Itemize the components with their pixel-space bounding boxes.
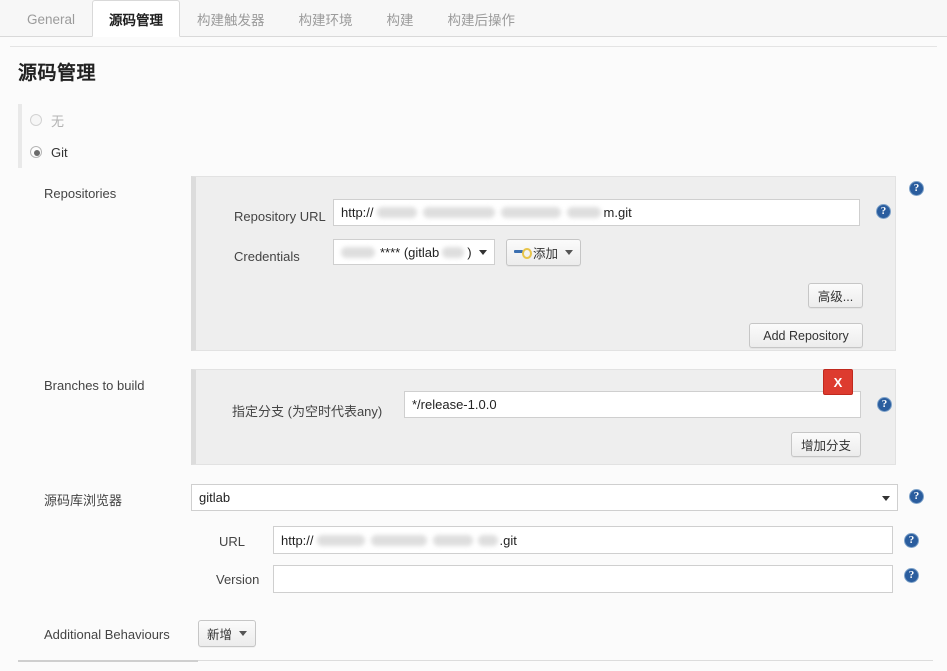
delete-branch-label: X bbox=[833, 374, 843, 390]
tab-source-code-management[interactable]: 源码管理 bbox=[92, 0, 181, 37]
tab-label: 源码管理 bbox=[109, 12, 164, 28]
redacted-segment bbox=[341, 246, 375, 258]
help-icon[interactable] bbox=[877, 397, 892, 412]
redacted-segment bbox=[566, 207, 601, 218]
help-icon[interactable] bbox=[876, 204, 891, 219]
scm-config-page: General 源码管理 构建触发器 构建环境 构建 构建后操作 源码管理 无 bbox=[0, 0, 947, 671]
browser-url-suffix: .git bbox=[499, 532, 517, 548]
advanced-label: 高级... bbox=[817, 290, 854, 304]
add-repository-label: Add Repository bbox=[763, 328, 849, 343]
branch-specifier-value: */release-1.0.0 bbox=[412, 397, 497, 412]
add-credentials-button[interactable]: 添加 bbox=[506, 239, 581, 266]
repositories-section-label: Repositories bbox=[44, 186, 117, 201]
browser-version-input[interactable] bbox=[273, 565, 893, 593]
branch-specifier-input[interactable]: */release-1.0.0 bbox=[404, 391, 861, 418]
credentials-value-end: ) bbox=[467, 244, 472, 260]
repository-browser-select[interactable]: gitlab bbox=[191, 484, 898, 511]
redacted-segment bbox=[432, 534, 473, 546]
section-divider-accent bbox=[18, 660, 198, 662]
caret-down-icon bbox=[239, 631, 247, 636]
add-branch-label: 增加分支 bbox=[800, 439, 851, 453]
scm-options-group: 无 Git bbox=[18, 104, 933, 168]
redacted-segment bbox=[500, 207, 561, 218]
repository-url-input[interactable]: http:// m.git bbox=[333, 199, 860, 226]
redacted-segment bbox=[370, 534, 427, 546]
tab-label: 构建 bbox=[386, 13, 414, 28]
credentials-label: Credentials bbox=[234, 249, 300, 264]
add-behaviour-button[interactable]: 新增 bbox=[198, 620, 256, 647]
browser-url-label: URL bbox=[219, 534, 246, 549]
add-behaviour-label: 新增 bbox=[206, 628, 232, 642]
tab-build-triggers[interactable]: 构建触发器 bbox=[180, 0, 282, 37]
tab-bar: General 源码管理 构建触发器 构建环境 构建 构建后操作 bbox=[0, 0, 947, 37]
repository-url-prefix: http:// bbox=[341, 205, 374, 220]
scm-option-git[interactable]: Git bbox=[22, 136, 933, 168]
credentials-select[interactable]: **** (gitlab ) bbox=[333, 239, 495, 265]
add-repository-button[interactable]: Add Repository bbox=[749, 323, 863, 348]
radio-icon[interactable] bbox=[30, 146, 42, 158]
advanced-button[interactable]: 高级... bbox=[808, 283, 863, 308]
page-title: 源码管理 bbox=[18, 63, 97, 84]
key-icon bbox=[513, 248, 532, 259]
redacted-segment bbox=[376, 207, 417, 218]
credentials-value-middle: **** (gitlab bbox=[380, 244, 440, 260]
tab-label: 构建后操作 bbox=[447, 13, 516, 28]
delete-branch-button[interactable]: X bbox=[823, 369, 853, 395]
branches-section-label: Branches to build bbox=[44, 378, 145, 393]
tab-label: General bbox=[27, 11, 76, 27]
redacted-segment bbox=[442, 246, 465, 258]
repository-url-suffix: m.git bbox=[603, 205, 632, 220]
branch-specifier-label: 指定分支 (为空时代表any) bbox=[232, 404, 383, 419]
radio-icon[interactable] bbox=[30, 114, 42, 126]
repository-url-label: Repository URL bbox=[234, 209, 326, 224]
additional-behaviours-label: Additional Behaviours bbox=[44, 627, 170, 642]
tab-separator bbox=[10, 46, 937, 47]
tab-post-build-actions[interactable]: 构建后操作 bbox=[431, 0, 533, 37]
browser-url-input[interactable]: http:// .git bbox=[273, 526, 893, 554]
repository-browser-value: gitlab bbox=[199, 490, 231, 505]
help-icon[interactable] bbox=[909, 181, 924, 196]
tab-label: 构建环境 bbox=[298, 13, 353, 28]
redacted-segment bbox=[477, 534, 498, 546]
add-branch-button[interactable]: 增加分支 bbox=[791, 432, 861, 457]
tab-label: 构建触发器 bbox=[197, 13, 265, 28]
repositories-block: Repository URL http:// m.git Credentials… bbox=[191, 176, 896, 351]
branches-block: 指定分支 (为空时代表any) */release-1.0.0 增加分支 bbox=[191, 369, 896, 465]
caret-down-icon bbox=[565, 250, 573, 255]
help-icon[interactable] bbox=[904, 568, 919, 583]
redacted-segment bbox=[316, 534, 365, 546]
tab-build[interactable]: 构建 bbox=[370, 0, 431, 37]
chevron-down-icon bbox=[882, 495, 890, 501]
scm-option-none[interactable]: 无 bbox=[22, 104, 933, 136]
help-icon[interactable] bbox=[909, 489, 924, 504]
chevron-down-icon bbox=[479, 250, 487, 255]
browser-url-prefix: http:// bbox=[281, 532, 314, 548]
repository-browser-label: 源码库浏览器 bbox=[44, 493, 123, 508]
redacted-segment bbox=[422, 207, 495, 218]
browser-version-label: Version bbox=[216, 572, 260, 587]
help-icon[interactable] bbox=[904, 533, 919, 548]
scm-option-label: Git bbox=[51, 144, 68, 160]
tab-build-environment[interactable]: 构建环境 bbox=[282, 0, 370, 37]
tab-general[interactable]: General bbox=[10, 0, 92, 37]
add-credentials-label: 添加 bbox=[532, 247, 558, 261]
tab-list: General 源码管理 构建触发器 构建环境 构建 构建后操作 bbox=[10, 0, 532, 37]
scm-option-label: 无 bbox=[51, 113, 65, 129]
